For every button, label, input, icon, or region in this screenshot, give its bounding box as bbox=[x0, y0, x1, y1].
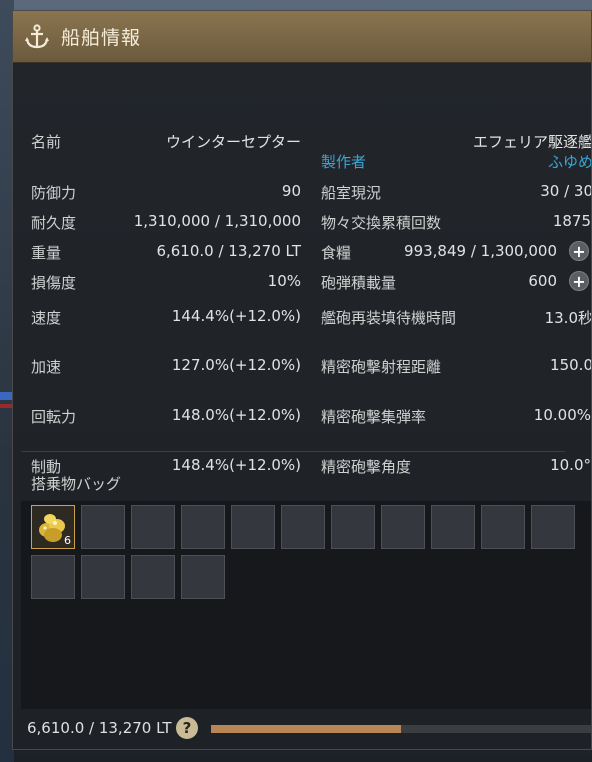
bag-slot[interactable] bbox=[431, 505, 475, 549]
bag-slot[interactable] bbox=[131, 505, 175, 549]
item-count: 6 bbox=[64, 534, 71, 547]
maker-name: ふゆめ bbox=[547, 153, 592, 171]
bag-slot[interactable] bbox=[181, 505, 225, 549]
stat-value: 144.4%(+12.0%) bbox=[171, 307, 301, 325]
maker-label: 製作者 bbox=[321, 153, 367, 171]
add-food-button[interactable]: + bbox=[569, 241, 589, 261]
stat-label: 物々交換累積回数 bbox=[321, 214, 442, 232]
stat-value: 148.0%(+12.0%) bbox=[171, 406, 301, 424]
ship-name: ウインターセプター bbox=[165, 133, 301, 151]
divider bbox=[21, 451, 565, 452]
bag-label: 搭乗物バッグ bbox=[31, 475, 122, 493]
bag-slot[interactable] bbox=[231, 505, 275, 549]
weight-footer: 6,610.0 / 13,270 LT ? bbox=[13, 709, 591, 749]
stat-value: 10.00% bbox=[533, 406, 591, 424]
stat-label: 防御力 bbox=[31, 184, 77, 202]
bag-slot[interactable] bbox=[481, 505, 525, 549]
stats-panel: 名前 ウインターセプター エフェリア駆逐艦 製作者 ふゆめ 防御力 90 耐久度… bbox=[13, 63, 592, 476]
ship-info-window: 船舶情報 名前 ウインターセプター エフェリア駆逐艦 製作者 ふゆめ 防御力 9… bbox=[12, 10, 592, 750]
stat-label: 食糧 bbox=[321, 244, 352, 262]
stat-label: 重量 bbox=[31, 244, 62, 262]
ship-bag: 6 bbox=[21, 501, 591, 709]
window-title: 船舶情報 bbox=[61, 27, 142, 49]
stat-value: 600 bbox=[528, 272, 557, 290]
stat-value: 1,310,000 / 1,310,000 bbox=[133, 212, 301, 230]
stat-label: 加速 bbox=[31, 358, 62, 376]
stat-value: 1875 bbox=[552, 212, 591, 230]
bag-slot[interactable] bbox=[331, 505, 375, 549]
stat-label: 艦砲再装填待機時間 bbox=[321, 309, 457, 327]
bag-slot[interactable] bbox=[381, 505, 425, 549]
stat-value: 10% bbox=[267, 272, 301, 290]
stat-value: 10.0° bbox=[550, 456, 591, 474]
stat-value: 150.0 bbox=[550, 356, 592, 374]
add-ammo-button[interactable]: + bbox=[569, 271, 589, 291]
bag-slot[interactable] bbox=[81, 555, 125, 599]
anchor-icon bbox=[25, 23, 49, 48]
stat-label: 船室現況 bbox=[321, 184, 382, 202]
stat-label: 速度 bbox=[31, 309, 62, 327]
stat-label: 精密砲撃集弾率 bbox=[321, 408, 427, 426]
stat-value: 127.0%(+12.0%) bbox=[171, 356, 301, 374]
stat-value: 30 / 30 bbox=[540, 182, 592, 200]
stat-label: 精密砲撃角度 bbox=[321, 458, 412, 476]
stat-label: 砲弾積載量 bbox=[321, 274, 397, 292]
stat-label: 精密砲撃射程距離 bbox=[321, 358, 442, 376]
title-bar[interactable]: 船舶情報 bbox=[13, 11, 591, 63]
help-icon[interactable]: ? bbox=[176, 717, 198, 739]
bag-slot[interactable]: 6 bbox=[31, 505, 75, 549]
bag-slot[interactable] bbox=[31, 555, 75, 599]
bag-slot[interactable] bbox=[181, 555, 225, 599]
stat-label: 耐久度 bbox=[31, 214, 77, 232]
weight-bar bbox=[211, 725, 591, 733]
weight-total: 6,610.0 / 13,270 LT bbox=[27, 719, 172, 737]
stat-value: 13.0秒 bbox=[544, 309, 592, 327]
stat-label: 回転力 bbox=[31, 408, 77, 426]
bag-slot[interactable] bbox=[281, 505, 325, 549]
weight-bar-fill bbox=[211, 725, 402, 733]
ship-type: エフェリア駆逐艦 bbox=[472, 133, 592, 151]
stat-value: 993,849 / 1,300,000 bbox=[404, 242, 557, 260]
bag-slot[interactable] bbox=[131, 555, 175, 599]
name-label: 名前 bbox=[31, 133, 62, 151]
bag-slot[interactable] bbox=[81, 505, 125, 549]
stat-value: 6,610.0 / 13,270 LT bbox=[156, 242, 301, 260]
stat-value: 90 bbox=[281, 182, 301, 200]
stat-label: 損傷度 bbox=[31, 274, 77, 292]
bag-slot[interactable] bbox=[531, 505, 575, 549]
stat-value: 148.4%(+12.0%) bbox=[171, 456, 301, 474]
